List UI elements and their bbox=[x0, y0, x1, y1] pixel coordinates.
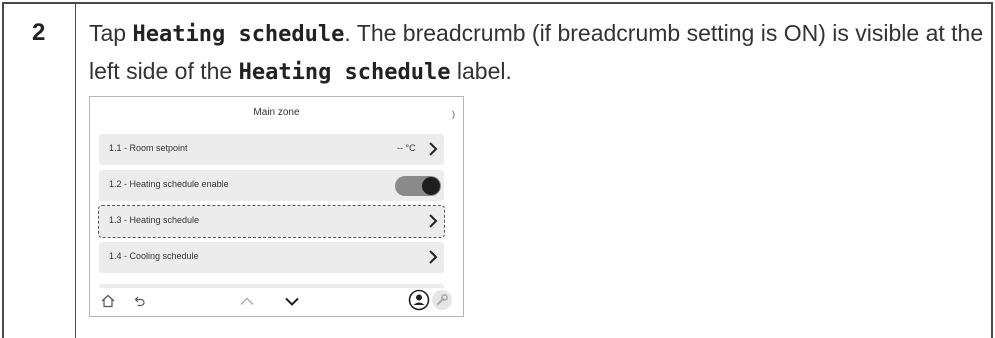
user-icon[interactable] bbox=[408, 289, 430, 311]
instruction-text: label. bbox=[450, 58, 512, 84]
table-right-border bbox=[991, 2, 993, 338]
device-screen: Main zone ) 1.1 - Room setpoint -- °C 1.… bbox=[89, 96, 464, 317]
wrench-icon[interactable] bbox=[431, 289, 453, 311]
instruction-term: Heating schedule bbox=[238, 60, 451, 85]
chevron-right-icon bbox=[429, 142, 438, 156]
back-icon[interactable] bbox=[134, 295, 146, 307]
screen-corner-mark: ) bbox=[452, 109, 455, 119]
menu-row-cooling-schedule[interactable]: 1.4 - Cooling schedule bbox=[99, 242, 444, 273]
table-left-border bbox=[2, 2, 4, 338]
instruction-term: Heating schedule bbox=[132, 22, 345, 47]
chevron-right-icon bbox=[429, 214, 438, 228]
step-number: 2 bbox=[32, 19, 46, 46]
toggle-knob bbox=[422, 177, 440, 195]
screen-title: Main zone bbox=[253, 107, 300, 118]
home-icon[interactable] bbox=[101, 294, 115, 308]
menu-row-label: 1.2 - Heating schedule enable bbox=[109, 179, 229, 189]
chevron-down-icon[interactable] bbox=[285, 297, 299, 306]
menu-row-value: -- °C bbox=[397, 143, 416, 153]
menu-row-heating-schedule[interactable]: 1.3 - Heating schedule bbox=[98, 205, 445, 238]
menu-row-label: 1.1 - Room setpoint bbox=[109, 143, 188, 153]
heating-schedule-enable-toggle[interactable] bbox=[395, 176, 441, 196]
instruction-table: 2 Tap Heating schedule. The breadcrumb (… bbox=[0, 0, 995, 338]
menu-row-room-setpoint[interactable]: 1.1 - Room setpoint -- °C bbox=[99, 134, 444, 165]
table-column-divider bbox=[75, 2, 76, 338]
menu-row-heating-schedule-enable[interactable]: 1.2 - Heating schedule enable bbox=[99, 170, 444, 201]
step-instruction: Tap Heating schedule. The breadcrumb (if… bbox=[89, 15, 989, 91]
menu-row-label: 1.4 - Cooling schedule bbox=[109, 251, 199, 261]
chevron-up-icon[interactable] bbox=[240, 297, 254, 306]
instruction-text: Tap bbox=[89, 20, 133, 46]
chevron-right-icon bbox=[429, 250, 438, 264]
menu-row-label: 1.3 - Heating schedule bbox=[109, 215, 200, 225]
bottom-navigation-bar bbox=[90, 288, 463, 316]
table-top-border bbox=[2, 2, 993, 4]
